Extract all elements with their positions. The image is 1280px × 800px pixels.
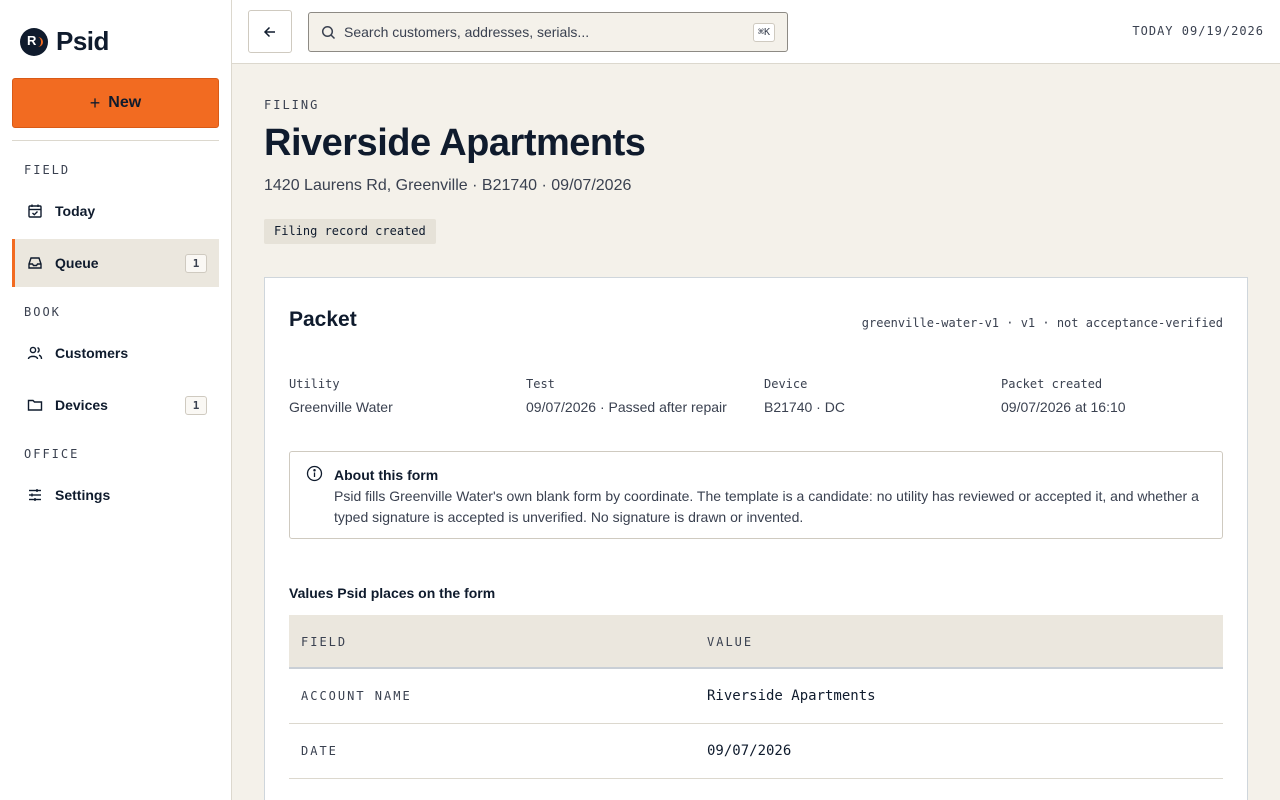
sidebar-item-label: Today	[55, 203, 96, 219]
row-field: DATE	[301, 744, 338, 758]
sliders-icon	[27, 487, 43, 503]
values-heading: Values Psid places on the form	[289, 585, 496, 601]
folder-icon	[27, 397, 43, 413]
section-label-field: FIELD	[24, 163, 71, 177]
back-button[interactable]	[248, 10, 292, 53]
row-field: ACCOUNT NAME	[301, 689, 412, 703]
table-row: ACCOUNT NAME Riverside Apartments	[289, 669, 1223, 724]
packet-card: Packet greenville-water-v1 · v1 · not ac…	[264, 277, 1248, 800]
sidebar-item-devices[interactable]: Devices 1	[12, 381, 219, 429]
info-icon	[306, 465, 323, 487]
search-input[interactable]	[344, 24, 734, 40]
section-label-book: BOOK	[24, 305, 61, 319]
sidebar-item-today[interactable]: Today	[12, 187, 219, 235]
sidebar-item-label: Customers	[55, 345, 129, 361]
sidebar-item-customers[interactable]: Customers	[12, 329, 219, 377]
new-button[interactable]: + New	[12, 78, 219, 128]
table-row: DATE 09/07/2026	[289, 724, 1223, 779]
row-value: 09/07/2026	[707, 743, 792, 759]
column-header-field: FIELD	[301, 635, 348, 649]
main-content: FILING Riverside Apartments 1420 Laurens…	[232, 64, 1280, 800]
count-badge: 1	[185, 396, 207, 415]
calendar-check-icon	[27, 203, 43, 219]
notice-title: About this form	[334, 467, 439, 483]
page-subtitle: 1420 Laurens Rd, Greenville · B21740 · 0…	[264, 177, 632, 194]
about-form-notice: About this form Psid fills Greenville Wa…	[289, 451, 1223, 539]
table-header: FIELD VALUE	[289, 615, 1223, 669]
search-box[interactable]: ⌘K	[308, 12, 788, 52]
users-icon	[27, 345, 43, 361]
arrow-left-icon	[263, 26, 275, 37]
plus-icon: +	[89, 92, 101, 113]
fact-utility: Utility Greenville Water	[289, 377, 393, 415]
count-badge: 1	[185, 254, 207, 273]
status-badge: Filing record created	[264, 219, 436, 244]
notice-body: Psid fills Greenville Water's own blank …	[334, 488, 1199, 525]
fact-device: Device B21740 · DC	[764, 377, 845, 415]
topbar: ⌘K TODAY 09/19/2026	[232, 0, 1280, 64]
inbox-icon	[27, 255, 43, 271]
template-version: greenville-water-v1 · v1 · not acceptanc…	[861, 316, 1223, 330]
section-label-office: OFFICE	[24, 447, 80, 461]
fact-test: Test 09/07/2026 · Passed after repair	[526, 377, 727, 415]
sidebar-item-label: Queue	[55, 255, 99, 271]
new-button-label: New	[108, 94, 142, 111]
packet-title: Packet	[289, 308, 357, 331]
form-values-table: FIELD VALUE ACCOUNT NAME Riverside Apart…	[289, 615, 1223, 779]
sidebar-item-settings[interactable]: Settings	[12, 471, 219, 519]
sidebar-item-queue[interactable]: Queue 1	[12, 239, 219, 287]
sidebar: R Psid + New FIELD Today Queue 1 BOOK Cu…	[0, 0, 232, 800]
brand[interactable]: R Psid	[20, 26, 109, 57]
shortcut-hint: ⌘K	[752, 23, 775, 42]
fact-packet-created: Packet created 09/07/2026 at 16:10	[1001, 377, 1126, 415]
page-title: Riverside Apartments	[264, 122, 646, 164]
column-header-value: VALUE	[707, 635, 754, 649]
packet-facts: Utility Greenville Water Test 09/07/2026…	[289, 377, 1229, 417]
page-kicker: FILING	[264, 98, 320, 112]
sidebar-item-label: Devices	[55, 397, 108, 413]
search-icon	[321, 25, 336, 39]
logo-icon: R	[20, 27, 48, 56]
sidebar-divider	[12, 140, 219, 141]
today-date: TODAY 09/19/2026	[1132, 24, 1264, 38]
row-value: Riverside Apartments	[707, 688, 876, 704]
sidebar-item-label: Settings	[55, 487, 111, 503]
brand-name: Psid	[56, 26, 109, 56]
